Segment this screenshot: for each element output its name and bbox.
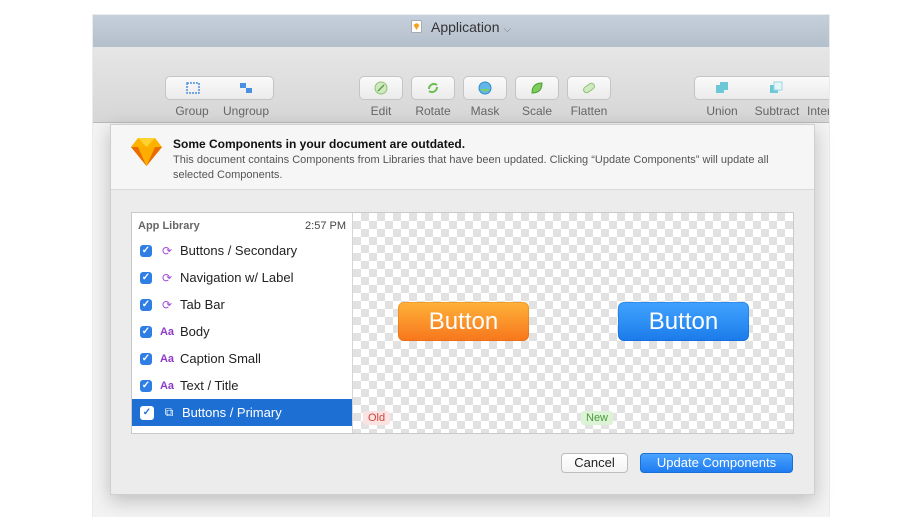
list-item[interactable]: ✓ Aa Caption Small (132, 345, 352, 372)
subtract-icon (770, 81, 783, 93)
list-item-label: Caption Small (180, 351, 261, 366)
checkbox[interactable]: ✓ (140, 352, 152, 365)
new-tag: New (581, 411, 614, 425)
text-style-icon: Aa (159, 325, 175, 338)
mask-label: Mask (470, 104, 500, 118)
checkbox[interactable]: ✓ (140, 405, 154, 420)
checkbox[interactable]: ✓ (140, 325, 152, 338)
rotate-button[interactable]: Rotate (411, 76, 455, 118)
toolbar: Group Ungroup Edit Rotate Mask Scale Fla… (93, 47, 829, 123)
old-button-preview: Button (398, 302, 529, 341)
list-item[interactable]: ✓ Aa Body (132, 318, 352, 345)
sheet-description: This document contains Components from L… (173, 154, 769, 181)
title-bar: Application ⌵ (93, 15, 829, 47)
union-label: Union (706, 104, 738, 118)
list-item-label: Body (180, 324, 210, 339)
document-title-text: Application (431, 19, 500, 35)
sketch-document-icon (410, 20, 422, 33)
library-name: App Library (138, 220, 200, 232)
list-item[interactable]: ✓ ⟳ Tab Bar (132, 291, 352, 318)
subtract-button[interactable]: Subtract (749, 76, 805, 118)
intersect-label: Inter (807, 104, 829, 118)
component-preview: Button Button Old New (353, 213, 793, 433)
list-item-partial[interactable] (132, 426, 352, 433)
list-item-label: Navigation w/ Label (180, 270, 294, 285)
list-item-selected[interactable]: ✓ ⧉ Buttons / Primary (132, 399, 352, 426)
components-panel: App Library 2:57 PM ✓ ⟳ Buttons / Second… (131, 212, 794, 434)
symbol-icon: ⟳ (161, 270, 173, 285)
subtract-label: Subtract (754, 104, 800, 118)
mask-button[interactable]: Mask (463, 76, 507, 118)
sketch-diamond-icon (131, 138, 162, 166)
list-item[interactable]: ✓ Aa Text / Title (132, 372, 352, 399)
symbol-icon: ⟳ (161, 297, 173, 312)
scale-label: Scale (521, 104, 553, 118)
symbol-icon: ⟳ (161, 243, 173, 258)
group-button[interactable]: Group (165, 76, 221, 118)
edit-icon (374, 81, 388, 95)
library-time: 2:57 PM (305, 220, 346, 232)
flatten-icon (583, 82, 595, 94)
ungroup-label: Ungroup (222, 104, 270, 118)
ungroup-button[interactable]: Ungroup (219, 76, 274, 118)
scale-icon (531, 82, 543, 94)
components-list[interactable]: App Library 2:57 PM ✓ ⟳ Buttons / Second… (132, 213, 353, 433)
union-button[interactable]: Union (694, 76, 750, 118)
text-style-icon: Aa (159, 352, 175, 365)
group-icon (186, 82, 200, 94)
document-title[interactable]: Application ⌵ (93, 19, 829, 35)
library-header: App Library 2:57 PM (132, 213, 352, 239)
new-button-preview: Button (618, 302, 749, 341)
rotate-icon (428, 83, 438, 93)
checkbox[interactable]: ✓ (140, 271, 152, 284)
intersect-button[interactable]: Inter (803, 76, 829, 118)
flatten-label: Flatten (570, 104, 608, 118)
scale-button[interactable]: Scale (515, 76, 559, 118)
list-item-label: Buttons / Primary (182, 405, 282, 420)
list-item[interactable]: ✓ ⟳ Buttons / Secondary (132, 237, 352, 264)
group-label: Group (175, 104, 209, 118)
rotate-label: Rotate (415, 104, 451, 118)
checkbox[interactable]: ✓ (140, 298, 152, 311)
chevron-down-icon: ⌵ (503, 24, 512, 35)
text-style-icon: Aa (159, 379, 175, 392)
union-icon (716, 82, 728, 93)
list-item-label: Tab Bar (180, 297, 225, 312)
old-tag: Old (363, 411, 391, 425)
group-ungroup-segment: Group Ungroup (165, 76, 274, 118)
list-item-label: Text / Title (180, 378, 239, 393)
flatten-button[interactable]: Flatten (567, 76, 611, 118)
update-components-button[interactable]: Update Components (640, 453, 793, 473)
cancel-button[interactable]: Cancel (561, 453, 628, 473)
edit-button[interactable]: Edit (359, 76, 403, 118)
list-item-label: Buttons / Secondary (180, 243, 298, 258)
checkbox[interactable]: ✓ (140, 379, 152, 392)
edit-label: Edit (370, 104, 392, 118)
sheet-heading: Some Components in your document are out… (173, 137, 466, 151)
ungroup-icon (240, 83, 252, 93)
checkbox[interactable]: ✓ (140, 244, 152, 257)
outdated-components-sheet: Some Components in your document are out… (110, 124, 815, 495)
sheet-header: Some Components in your document are out… (111, 125, 814, 190)
list-item[interactable]: ✓ ⟳ Navigation w/ Label (132, 264, 352, 291)
symbol-instance-icon: ⧉ (164, 405, 174, 419)
mask-icon (478, 81, 492, 95)
